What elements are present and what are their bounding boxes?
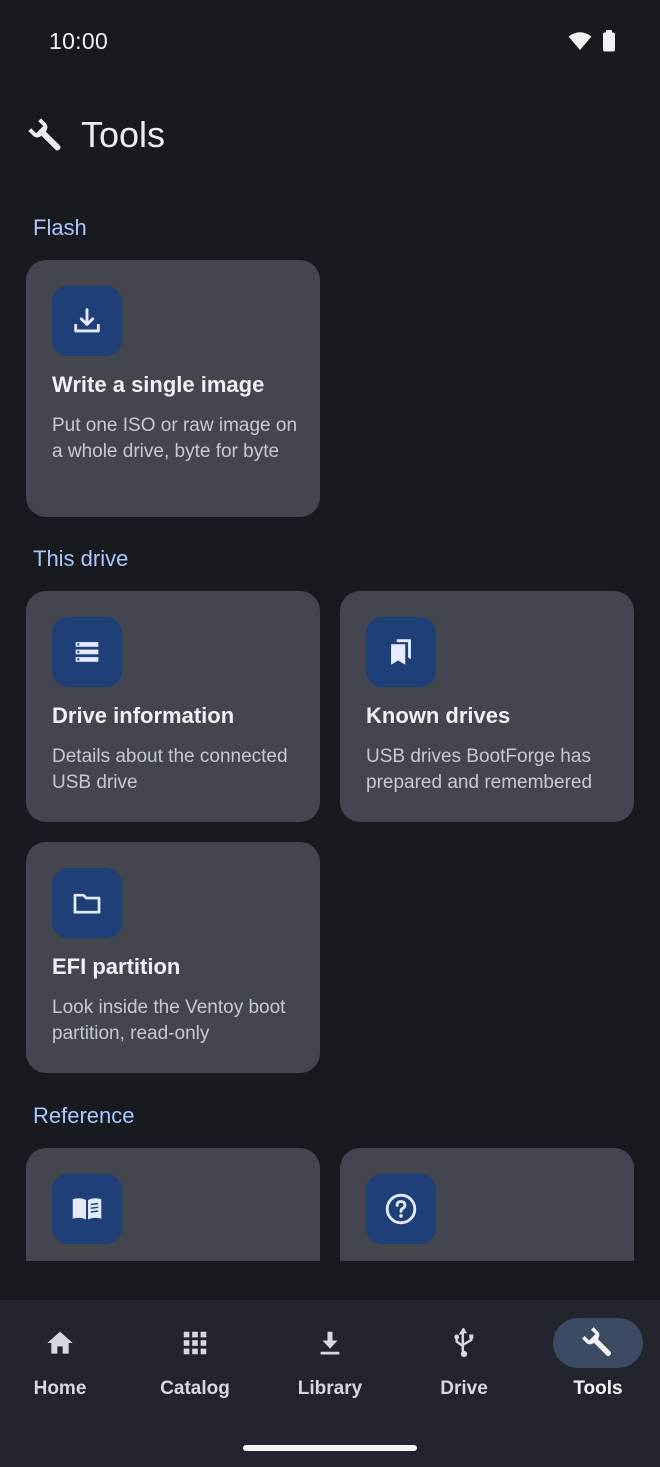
- nav-label: Catalog: [160, 1378, 230, 1399]
- efi-partition-card[interactable]: EFI partition Look inside the Ventoy boo…: [26, 842, 320, 1073]
- download-icon: [74, 308, 100, 333]
- nav-pill: [150, 1318, 240, 1368]
- status-bar: 10:00: [0, 0, 660, 84]
- nav-label: Drive: [440, 1378, 488, 1399]
- home-icon: [47, 1331, 73, 1354]
- reference-guide-card[interactable]: [26, 1148, 320, 1261]
- card-title: Drive information: [52, 703, 235, 728]
- battery-icon: [603, 30, 615, 52]
- tools-content[interactable]: Flash Write a single image Put one ISO o…: [0, 200, 660, 1261]
- card-description: Look inside the Ventoy boot partition, r…: [52, 997, 286, 1044]
- card-icon-box: [52, 286, 122, 356]
- nav-pill: [285, 1318, 375, 1368]
- nav-label: Library: [297, 1378, 363, 1399]
- status-time: 10:00: [49, 28, 109, 54]
- known-drives-card[interactable]: Known drives USB drives BootForge has pr…: [340, 591, 634, 822]
- drive-information-card[interactable]: Drive information Details about the conn…: [26, 591, 320, 822]
- bottom-navigation: Home Catalog Library Drive Tools: [0, 1300, 660, 1467]
- storage-list-icon: [75, 642, 99, 662]
- wrench-icon: [582, 1327, 612, 1357]
- card-icon-box: [52, 617, 122, 687]
- nav-pill: [419, 1318, 509, 1368]
- card-title: Write a single image: [52, 372, 265, 397]
- card-description: Put one ISO or raw image on a whole driv…: [52, 415, 298, 462]
- wrench-icon: [28, 118, 61, 151]
- nav-tools[interactable]: Tools: [543, 1318, 653, 1408]
- section-header-this-drive: This drive: [33, 546, 129, 571]
- grid-icon: [183, 1331, 207, 1355]
- status-icons: [568, 30, 616, 52]
- home-indicator[interactable]: [243, 1445, 417, 1451]
- card-icon-box: [366, 617, 436, 687]
- download-icon: [320, 1331, 340, 1355]
- help-circle-icon: [385, 1193, 417, 1225]
- nav-library[interactable]: Library: [275, 1318, 385, 1408]
- card-description: USB drives BootForge has prepared and re…: [366, 746, 593, 793]
- card-description: Details about the connected USB drive: [52, 746, 288, 793]
- card-icon-box: [52, 868, 122, 938]
- nav-pill: [15, 1318, 105, 1368]
- book-open-icon: [72, 1198, 102, 1220]
- tools-screen: 10:00 Tools Flash Write a single image P…: [0, 0, 660, 1467]
- nav-label: Tools: [573, 1378, 623, 1399]
- nav-pill-active: [553, 1318, 643, 1368]
- folder-icon: [73, 893, 101, 914]
- nav-catalog[interactable]: Catalog: [140, 1318, 250, 1408]
- write-single-image-card[interactable]: Write a single image Put one ISO or raw …: [26, 260, 320, 517]
- card-title: EFI partition: [52, 954, 181, 979]
- nav-label: Home: [33, 1378, 87, 1399]
- top-app-bar: Tools: [0, 100, 660, 170]
- nav-drive[interactable]: Drive: [409, 1318, 519, 1408]
- bookmarks-icon: [391, 639, 411, 665]
- card-title: Known drives: [366, 703, 511, 728]
- card-icon-box: [366, 1174, 436, 1244]
- nav-home[interactable]: Home: [5, 1318, 115, 1408]
- section-header-flash: Flash: [33, 215, 87, 240]
- page-title: Tools: [81, 114, 166, 155]
- help-card[interactable]: [340, 1148, 634, 1261]
- wifi-icon: [568, 32, 592, 50]
- section-header-reference: Reference: [33, 1103, 135, 1128]
- card-icon-box: [52, 1174, 122, 1244]
- usb-icon: [454, 1327, 474, 1358]
